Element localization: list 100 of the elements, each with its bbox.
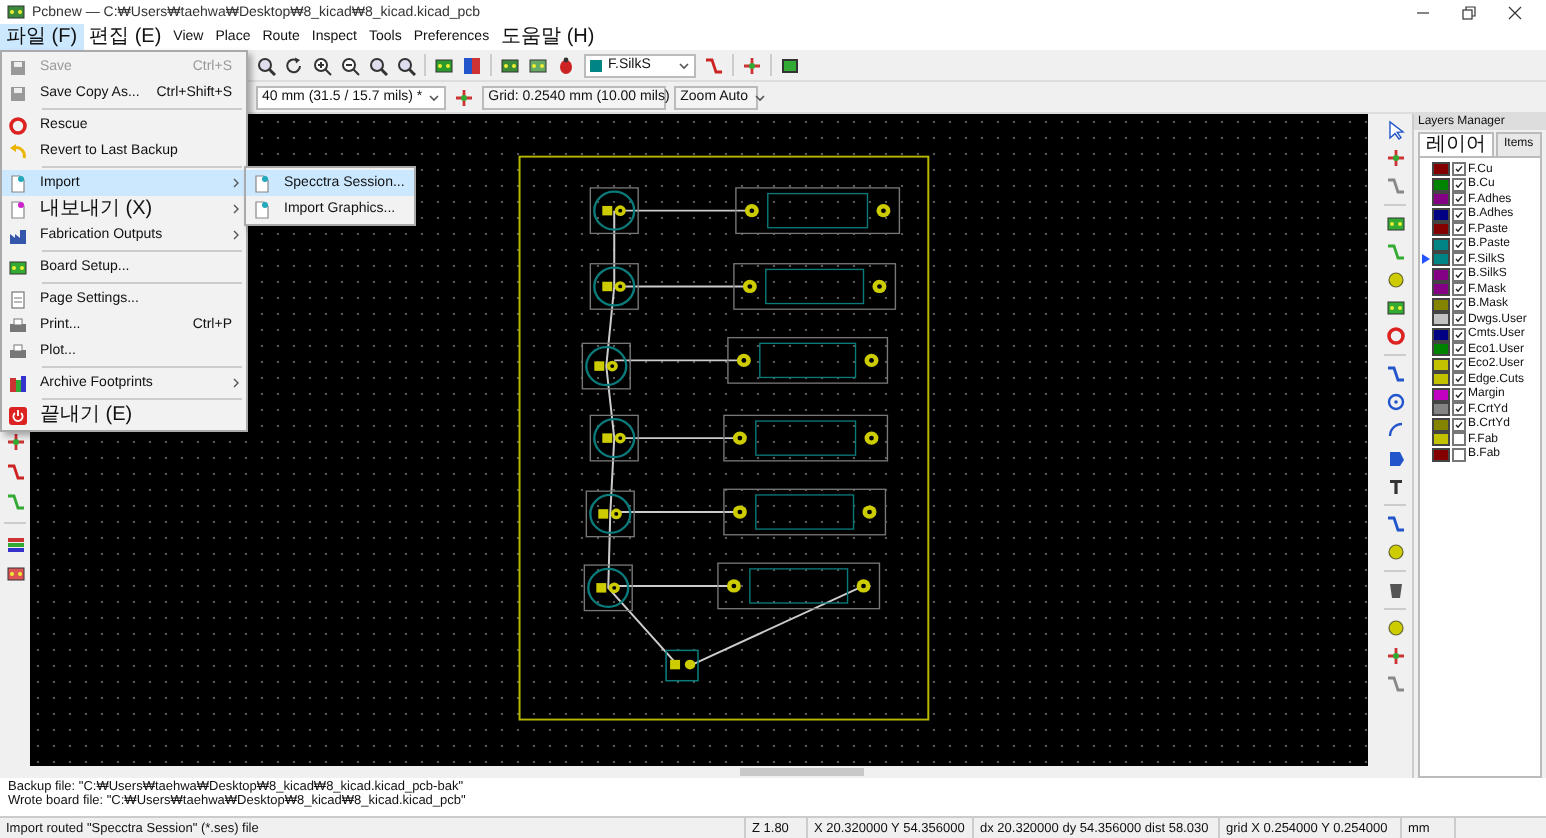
document-icon [8, 173, 28, 193]
checkbox[interactable] [1452, 192, 1466, 207]
line-icon[interactable] [1385, 364, 1405, 384]
layer-color-swatch[interactable] [1432, 162, 1450, 177]
checkbox[interactable] [1452, 222, 1466, 237]
layer-color-swatch[interactable] [1432, 237, 1450, 252]
dropdown-caret-icon [754, 93, 766, 101]
checkbox[interactable] [1452, 432, 1466, 447]
circle-icon[interactable] [1385, 392, 1405, 412]
layer-color-swatch[interactable] [1432, 177, 1450, 192]
zoom-out-icon[interactable] [340, 55, 360, 75]
layer-color-swatch[interactable] [1432, 222, 1450, 237]
layer-stack-icon[interactable] [5, 534, 25, 554]
layer-color-swatch[interactable] [1432, 372, 1450, 387]
document-icon [8, 199, 28, 219]
menu-item[interactable]: 도움말 (H) [495, 24, 601, 50]
checkbox[interactable] [1452, 387, 1466, 402]
undo-icon [8, 141, 28, 161]
zoom-fit-icon[interactable] [368, 55, 388, 75]
checkbox[interactable] [1452, 267, 1466, 282]
checkbox[interactable] [1452, 207, 1466, 222]
capacitor-footprint [589, 187, 639, 235]
factory-icon [8, 225, 28, 245]
route-icon[interactable] [1385, 242, 1405, 262]
capacitor-footprint [589, 263, 639, 310]
refresh-icon[interactable] [284, 55, 304, 75]
checkbox[interactable] [1452, 252, 1466, 267]
zoom-in-icon[interactable] [312, 55, 332, 75]
checkbox[interactable] [1452, 447, 1466, 462]
bug-icon[interactable] [556, 55, 576, 75]
book-icon[interactable] [462, 55, 482, 75]
checkbox[interactable] [1452, 237, 1466, 252]
zoom-icon[interactable] [256, 55, 276, 75]
connector-footprint [665, 649, 699, 682]
tab[interactable]: 레이어 [1418, 132, 1494, 156]
checkbox[interactable] [1452, 297, 1466, 312]
layer-color-swatch[interactable] [1432, 342, 1450, 357]
layer-color-swatch[interactable] [1432, 327, 1450, 342]
arc-icon[interactable] [1385, 420, 1405, 440]
cross-icon[interactable] [5, 432, 25, 452]
terminal-icon[interactable] [780, 55, 800, 75]
checkbox[interactable] [1452, 402, 1466, 417]
board-icon [8, 257, 28, 277]
layer-color-swatch[interactable] [1432, 207, 1450, 222]
checkbox[interactable] [1452, 312, 1466, 327]
dropdown-caret-icon [678, 61, 690, 69]
via-icon[interactable] [1385, 270, 1405, 290]
menu-item[interactable]: 내보내기 (X) [2, 196, 246, 222]
checkbox[interactable] [1452, 177, 1466, 192]
connection-icon[interactable] [742, 55, 762, 75]
checkbox[interactable] [1452, 357, 1466, 372]
checkbox[interactable] [1452, 372, 1466, 387]
select-icon[interactable] [1385, 120, 1405, 140]
layer-color-swatch[interactable] [1432, 447, 1450, 462]
layer-color-swatch[interactable] [1432, 417, 1450, 432]
checkbox[interactable] [1452, 327, 1466, 342]
layer-color-swatch[interactable] [1432, 192, 1450, 207]
text-tool-icon[interactable] [1385, 476, 1405, 496]
via-size-icon[interactable] [454, 87, 475, 107]
chip-icon[interactable] [5, 564, 25, 584]
footprint-icon[interactable] [434, 55, 454, 75]
checkbox[interactable] [1452, 342, 1466, 357]
menu-item[interactable]: 파일 (F) [0, 24, 84, 50]
layer-color-swatch[interactable] [1432, 282, 1450, 297]
printer-icon [8, 315, 28, 335]
app-icon [6, 2, 26, 22]
document-icon [252, 199, 272, 219]
zoom-area-icon[interactable] [396, 55, 416, 75]
layer-color-swatch[interactable] [1432, 432, 1450, 447]
layer-color-swatch[interactable] [1432, 267, 1450, 282]
menu-item[interactable]: 끝내기 (E) [2, 402, 246, 428]
route-icon[interactable] [704, 55, 724, 75]
netlist-icon[interactable] [528, 55, 548, 75]
close-icon[interactable] [1508, 5, 1522, 19]
checkbox[interactable] [1452, 417, 1466, 432]
layer-color-swatch[interactable] [1432, 402, 1450, 417]
layer-color-swatch[interactable] [1432, 297, 1450, 312]
layer-color-swatch[interactable] [1432, 357, 1450, 372]
document-icon [252, 173, 272, 193]
layer-color-swatch[interactable] [1432, 252, 1450, 267]
route-icon[interactable] [1385, 176, 1405, 196]
checkbox[interactable] [1452, 162, 1466, 177]
pcb-canvas[interactable] [30, 114, 1368, 766]
menu-item[interactable]: 편집 (E) [83, 24, 168, 50]
capacitor-footprint [589, 414, 639, 462]
books-icon [8, 373, 28, 393]
board-icon[interactable] [500, 55, 520, 75]
keepout-icon[interactable] [1385, 326, 1405, 346]
footprint-icon[interactable] [1385, 214, 1405, 234]
checkbox[interactable] [1452, 282, 1466, 297]
lifebuoy-icon [8, 115, 28, 135]
delete-icon[interactable] [1385, 580, 1405, 600]
layer-color-swatch[interactable] [1432, 312, 1450, 327]
capacitor-footprint [581, 342, 631, 390]
restore-icon[interactable] [1462, 5, 1476, 19]
layer-color-swatch[interactable] [1432, 387, 1450, 402]
capacitor-footprint [585, 490, 635, 538]
printer-icon [8, 341, 28, 361]
cross-icon[interactable] [1385, 148, 1405, 168]
polygon-icon[interactable] [1385, 448, 1405, 468]
